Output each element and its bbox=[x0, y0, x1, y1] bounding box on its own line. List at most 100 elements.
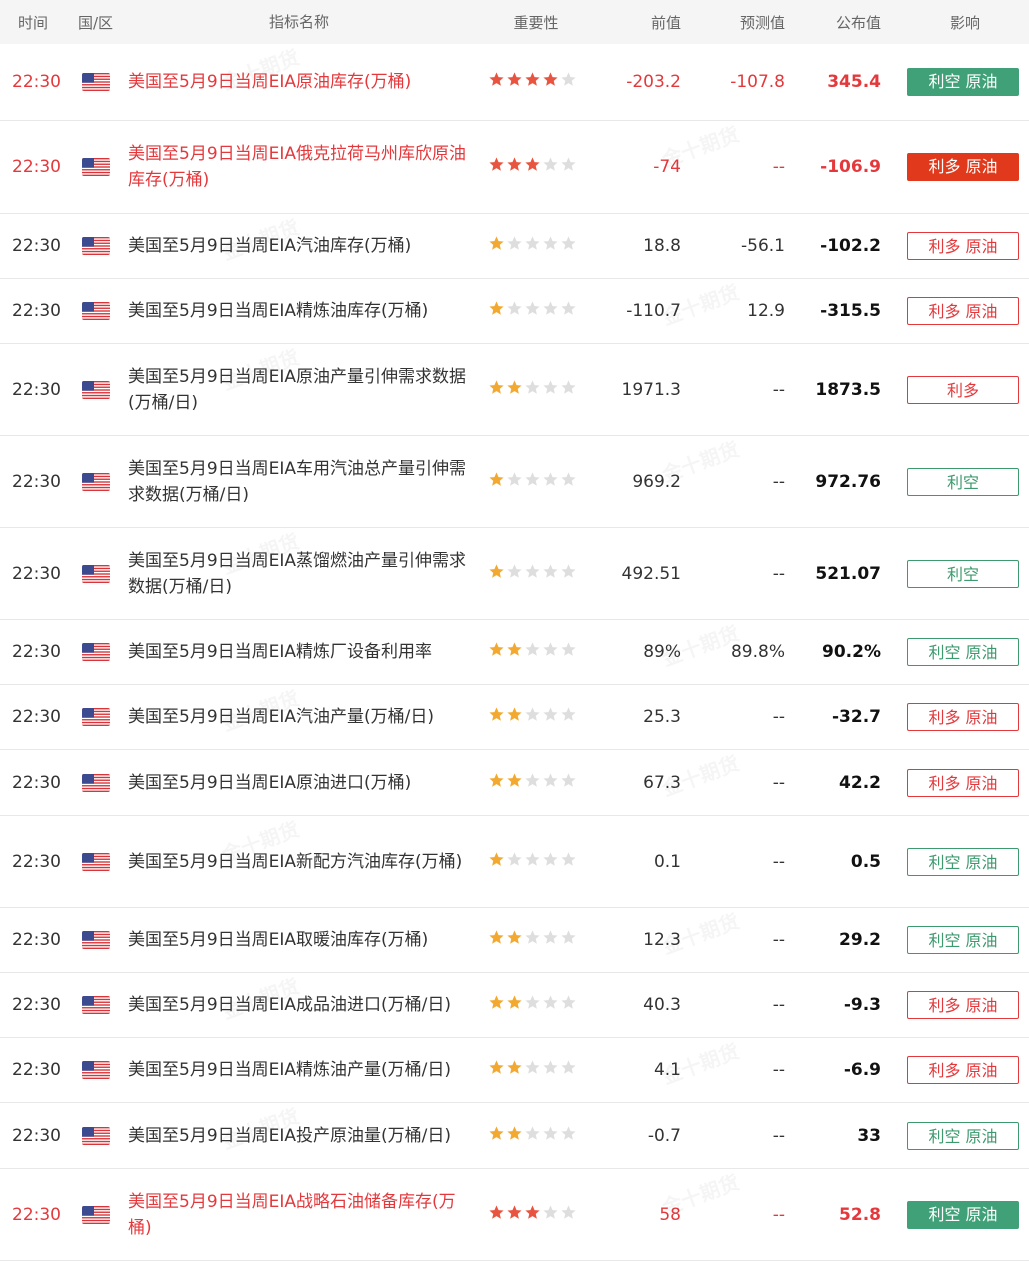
row-indicator-name[interactable]: 美国至5月9日当周EIA原油产量引伸需求数据(万桶/日) bbox=[120, 364, 480, 416]
impact-badge: 利空 原油 bbox=[907, 68, 1019, 96]
star-filled-icon bbox=[506, 1059, 523, 1081]
row-indicator-name[interactable]: 美国至5月9日当周EIA取暖油库存(万桶) bbox=[120, 927, 480, 953]
row-forecast: -- bbox=[772, 563, 785, 584]
table-row[interactable]: 22:30 美国至5月9日当周EIA新配方汽油库存(万桶) 0.1 -- 0.5 利空 原… bbox=[0, 816, 1029, 908]
star-filled-icon bbox=[524, 156, 541, 178]
row-impact: 利多 原油 bbox=[901, 991, 1029, 1019]
table-row[interactable]: 22:30 美国至5月9日当周EIA汽油产量(万桶/日) 25.3 -- -32.7 利多… bbox=[0, 685, 1029, 750]
star-filled-icon bbox=[488, 929, 505, 951]
row-actual: 345.4 bbox=[827, 72, 881, 92]
row-indicator-name[interactable]: 美国至5月9日当周EIA原油进口(万桶) bbox=[120, 770, 480, 796]
star-filled-icon bbox=[488, 156, 505, 178]
header-country: 国/区 bbox=[78, 13, 114, 32]
row-forecast: 12.9 bbox=[747, 301, 785, 321]
row-time: 22:30 bbox=[12, 157, 61, 177]
row-forecast: 89.8% bbox=[730, 642, 785, 662]
table-row[interactable]: 22:30 美国至5月9日当周EIA原油产量引伸需求数据(万桶/日) 1971.3 -… bbox=[0, 344, 1029, 436]
row-actual: 29.2 bbox=[839, 930, 881, 950]
table-row[interactable]: 22:30 美国至5月9日当周EIA车用汽油总产量引伸需求数据(万桶/日) 969.… bbox=[0, 436, 1029, 528]
row-indicator-name[interactable]: 美国至5月9日当周EIA战略石油储备库存(万桶) bbox=[120, 1189, 480, 1241]
row-indicator-name[interactable]: 美国至5月9日当周EIA成品油进口(万桶/日) bbox=[120, 992, 480, 1018]
row-indicator-name[interactable]: 美国至5月9日当周EIA汽油产量(万桶/日) bbox=[120, 704, 480, 730]
row-importance bbox=[480, 994, 592, 1016]
row-indicator-name[interactable]: 美国至5月9日当周EIA投产原油量(万桶/日) bbox=[120, 1123, 480, 1149]
row-indicator-name[interactable]: 美国至5月9日当周EIA蒸馏燃油产量引伸需求数据(万桶/日) bbox=[120, 548, 480, 600]
table-row[interactable]: 22:30 美国至5月9日当周EIA精炼厂设备利用率 89% 89.8% 90.2% 利空… bbox=[0, 620, 1029, 685]
table-row[interactable]: 22:30 美国至5月9日当周EIA蒸馏燃油产量引伸需求数据(万桶/日) 492.5… bbox=[0, 528, 1029, 620]
star-empty-icon bbox=[542, 235, 559, 257]
table-row[interactable]: 22:30 美国至5月9日当周EIA原油库存(万桶) -203.2 -107.8 345… bbox=[0, 44, 1029, 121]
row-country bbox=[72, 73, 120, 91]
impact-badge: 利空 原油 bbox=[907, 926, 1019, 954]
us-flag bbox=[82, 708, 110, 726]
table-row[interactable]: 22:30 美国至5月9日当周EIA成品油进口(万桶/日) 40.3 -- -9.3 利多… bbox=[0, 973, 1029, 1038]
row-impact: 利多 原油 bbox=[901, 232, 1029, 260]
row-time: 22:30 bbox=[12, 301, 61, 321]
row-importance bbox=[480, 563, 592, 585]
row-time: 22:30 bbox=[12, 236, 61, 256]
table-row[interactable]: 22:30 美国至5月9日当周EIA原油进口(万桶) 67.3 -- 42.2 利多 原油… bbox=[0, 750, 1029, 816]
table-row[interactable]: 22:30 美国至5月9日当周EIA精炼油库存(万桶) -110.7 12.9 -315… bbox=[0, 279, 1029, 344]
star-empty-icon bbox=[524, 641, 541, 663]
star-empty-icon bbox=[542, 1059, 559, 1081]
row-previous: 25.3 bbox=[643, 707, 681, 727]
row-indicator-name[interactable]: 美国至5月9日当周EIA俄克拉荷马州库欣原油库存(万桶) bbox=[120, 141, 480, 193]
header-impact: 影响 bbox=[949, 13, 980, 32]
row-previous: 89% bbox=[643, 642, 681, 662]
row-indicator-name[interactable]: 美国至5月9日当周EIA汽油库存(万桶) bbox=[120, 233, 480, 259]
row-country bbox=[72, 773, 120, 792]
table-row[interactable]: 22:30 美国至5月9日当周EIA汽油库存(万桶) 18.8 -56.1 -102.2… bbox=[0, 214, 1029, 279]
star-filled-icon bbox=[488, 772, 505, 794]
star-filled-icon bbox=[506, 71, 523, 93]
row-forecast: -- bbox=[772, 1204, 785, 1225]
row-indicator-name[interactable]: 美国至5月9日当周EIA车用汽油总产量引伸需求数据(万桶/日) bbox=[120, 456, 480, 508]
row-actual: -106.9 bbox=[820, 157, 881, 177]
star-filled-icon bbox=[524, 71, 541, 93]
impact-badge: 利空 原油 bbox=[907, 638, 1019, 666]
table-row[interactable]: 22:30 美国至5月9日当周EIA俄克拉荷马州库欣原油库存(万桶) -74 -- -1… bbox=[0, 121, 1029, 214]
row-indicator-name[interactable]: 美国至5月9日当周EIA原油库存(万桶) bbox=[120, 69, 480, 95]
row-forecast: -- bbox=[772, 379, 785, 400]
row-actual: 33 bbox=[857, 1125, 881, 1146]
row-importance bbox=[480, 71, 592, 93]
row-country bbox=[72, 852, 120, 871]
row-impact: 利多 原油 bbox=[901, 297, 1029, 325]
row-impact: 利空 原油 bbox=[901, 1200, 1029, 1229]
star-empty-icon bbox=[524, 994, 541, 1016]
impact-badge: 利多 原油 bbox=[907, 153, 1019, 181]
star-filled-icon bbox=[506, 156, 523, 178]
table-row[interactable]: 22:30 美国至5月9日当周EIA精炼油产量(万桶/日) 4.1 -- -6.9 利多 … bbox=[0, 1038, 1029, 1103]
star-empty-icon bbox=[560, 1204, 577, 1226]
star-filled-icon bbox=[488, 563, 505, 585]
row-importance bbox=[480, 300, 592, 322]
row-indicator-name[interactable]: 美国至5月9日当周EIA精炼油产量(万桶/日) bbox=[120, 1057, 480, 1083]
impact-badge: 利多 原油 bbox=[907, 297, 1019, 325]
table-row[interactable]: 22:30 美国至5月9日当周EIA投产原油量(万桶/日) -0.7 -- 33 利空 原… bbox=[0, 1103, 1029, 1169]
row-indicator-name[interactable]: 美国至5月9日当周EIA新配方汽油库存(万桶) bbox=[120, 849, 480, 875]
row-importance bbox=[480, 772, 592, 794]
row-actual: 1873.5 bbox=[815, 379, 881, 400]
row-country bbox=[72, 564, 120, 583]
star-filled-icon bbox=[488, 379, 505, 401]
row-previous: -110.7 bbox=[626, 301, 681, 321]
row-indicator-name[interactable]: 美国至5月9日当周EIA精炼厂设备利用率 bbox=[120, 639, 480, 665]
table-row[interactable]: 22:30 美国至5月9日当周EIA战略石油储备库存(万桶) 58 -- 52.8 利空 … bbox=[0, 1169, 1029, 1261]
star-empty-icon bbox=[506, 563, 523, 585]
star-empty-icon bbox=[524, 471, 541, 493]
row-indicator-name[interactable]: 美国至5月9日当周EIA精炼油库存(万桶) bbox=[120, 298, 480, 324]
row-previous: -0.7 bbox=[647, 1125, 681, 1146]
row-impact: 利空 原油 bbox=[901, 926, 1029, 954]
row-actual: -315.5 bbox=[820, 301, 881, 321]
table-row[interactable]: 22:30 美国至5月9日当周EIA取暖油库存(万桶) 12.3 -- 29.2 利空 原… bbox=[0, 908, 1029, 973]
star-filled-icon bbox=[506, 994, 523, 1016]
star-filled-icon bbox=[488, 300, 505, 322]
us-flag bbox=[82, 237, 110, 255]
star-filled-icon bbox=[506, 772, 523, 794]
row-previous: 0.1 bbox=[653, 851, 681, 872]
row-previous: -74 bbox=[653, 157, 681, 177]
row-actual: -102.2 bbox=[820, 236, 881, 256]
us-flag bbox=[82, 773, 110, 792]
row-time: 22:30 bbox=[12, 772, 61, 793]
row-forecast: -- bbox=[772, 471, 785, 492]
star-empty-icon bbox=[560, 156, 577, 178]
